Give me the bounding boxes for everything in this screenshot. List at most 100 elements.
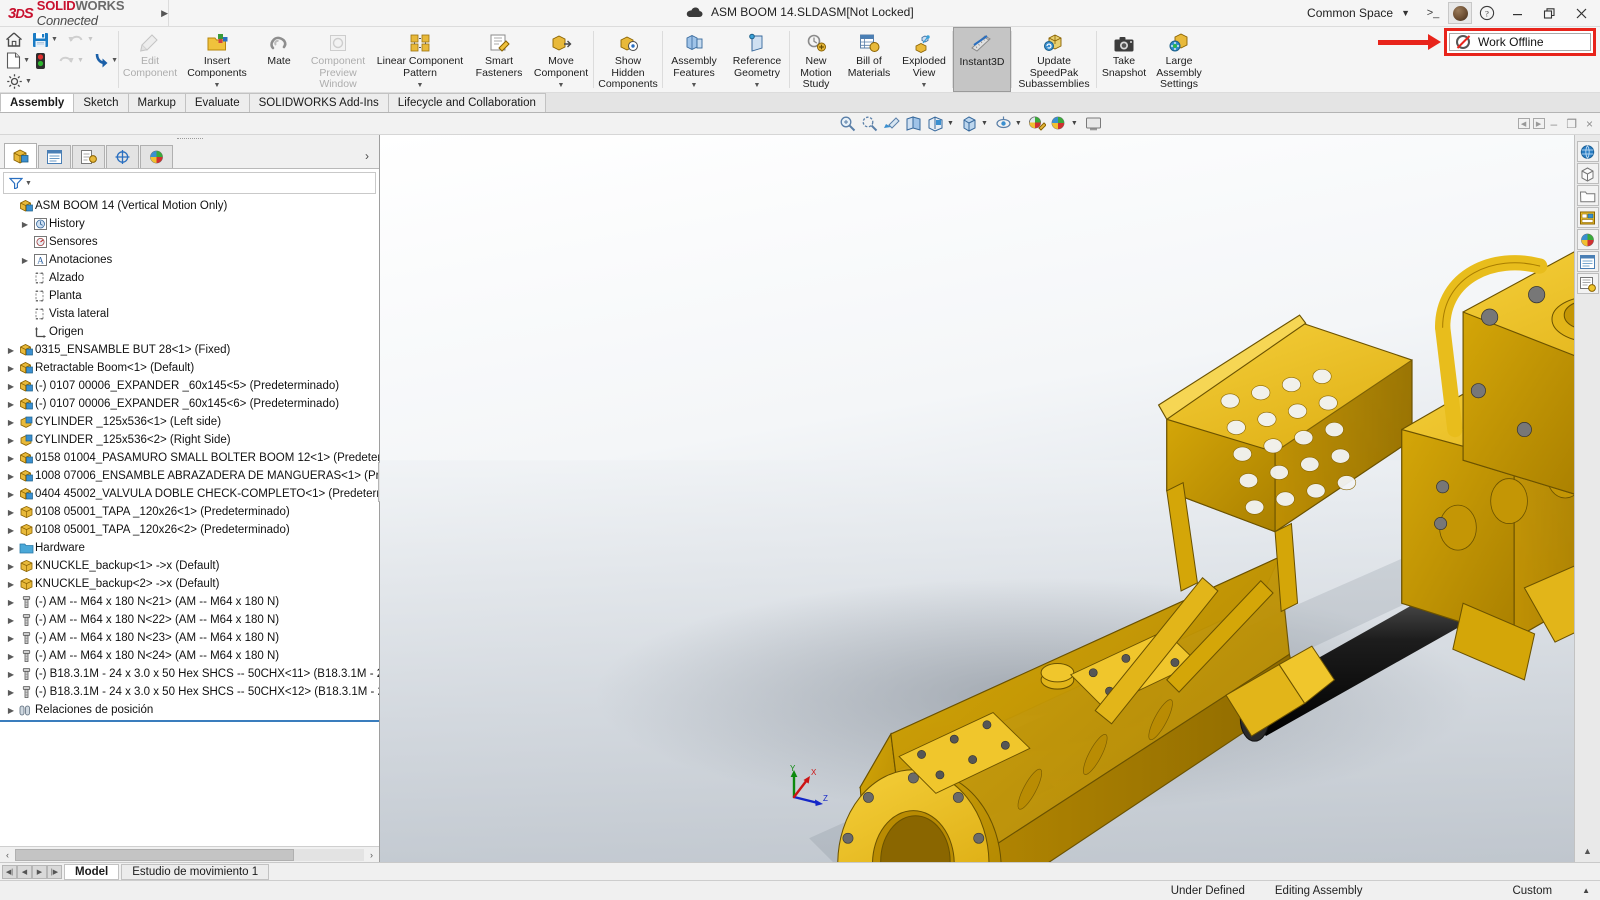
save-button[interactable]: ▼: [30, 29, 66, 50]
graphics-viewport[interactable]: Y X Z: [380, 135, 1600, 862]
tree-item[interactable]: ASM BOOM 14 (Vertical Motion Only): [0, 197, 379, 215]
restore-button[interactable]: [1534, 0, 1564, 26]
scroll-left-icon[interactable]: ‹: [0, 850, 15, 860]
show-hidden-components-button[interactable]: Show Hidden Components: [594, 27, 662, 92]
tab-solidworks-add-ins[interactable]: SOLIDWORKS Add-Ins: [249, 93, 389, 112]
tree-item[interactable]: ▶(-) AM -- M64 x 180 N<21> (AM -- M64 x …: [0, 593, 379, 611]
view-palette-button[interactable]: [1577, 207, 1599, 228]
chevron-down-icon[interactable]: ▼: [417, 80, 424, 93]
large-assembly-settings-button[interactable]: Large Assembly Settings: [1151, 27, 1207, 92]
expand-arrow-icon[interactable]: ▶: [4, 526, 18, 535]
expand-arrow-icon[interactable]: ▶: [18, 220, 32, 229]
rebuild-button[interactable]: [30, 50, 56, 71]
tree-item[interactable]: ▶(-) AM -- M64 x 180 N<24> (AM -- M64 x …: [0, 647, 379, 665]
expand-arrow-icon[interactable]: ▶: [4, 364, 18, 373]
tree-item[interactable]: Alzado: [0, 269, 379, 287]
scroll-track[interactable]: [15, 849, 364, 861]
panel-drag-handle[interactable]: [0, 135, 379, 143]
tree-item[interactable]: ▶KNUCKLE_backup<2> ->x (Default): [0, 575, 379, 593]
edit-appearance-icon[interactable]: [1028, 114, 1047, 133]
expand-arrow-icon[interactable]: ▶: [4, 544, 18, 553]
tree-item[interactable]: Origen: [0, 323, 379, 341]
scroll-right-icon[interactable]: ›: [364, 850, 379, 860]
appearances-button[interactable]: [1577, 163, 1599, 184]
command-line-button[interactable]: >_: [1420, 2, 1446, 24]
chevron-down-icon[interactable]: ▼: [77, 57, 84, 64]
tree-item[interactable]: ▶KNUCKLE_backup<1> ->x (Default): [0, 557, 379, 575]
chevron-down-icon[interactable]: ▼: [25, 78, 32, 85]
expand-arrow-icon[interactable]: ▶: [4, 490, 18, 499]
tree-item[interactable]: ▶(-) 0107 00006_EXPANDER _60x145<6> (Pre…: [0, 395, 379, 413]
open-button[interactable]: ▼: [92, 50, 118, 71]
tree-item[interactable]: ▶0158 01004_PASAMURO SMALL BOLTER BOOM 1…: [0, 449, 379, 467]
expand-arrow-icon[interactable]: ▶: [4, 616, 18, 625]
work-offline-button[interactable]: Work Offline: [1449, 33, 1591, 51]
chevron-down-icon[interactable]: ▼: [1071, 120, 1078, 127]
chevron-down-icon[interactable]: ▼: [691, 80, 698, 93]
expand-arrow-icon[interactable]: ▶: [4, 382, 18, 391]
restore-left-icon[interactable]: ◀: [1518, 118, 1530, 129]
tree-item[interactable]: ▶Relaciones de posición: [0, 701, 379, 719]
component-preview-window-button[interactable]: Component Preview Window: [305, 27, 371, 92]
bottom-tab-motion-study[interactable]: Estudio de movimiento 1: [121, 864, 269, 880]
chevron-down-icon[interactable]: ▼: [51, 36, 58, 43]
tree-item[interactable]: ▶History: [0, 215, 379, 233]
chevron-down-icon[interactable]: ▼: [947, 120, 954, 127]
configuration-manager-tab[interactable]: [72, 145, 105, 168]
display-manager-tab[interactable]: [140, 145, 173, 168]
expand-arrow-icon[interactable]: ▶: [4, 454, 18, 463]
chevron-down-icon[interactable]: ▼: [1015, 120, 1022, 127]
expand-arrow-icon[interactable]: ▶: [4, 562, 18, 571]
expand-arrow-icon[interactable]: ▶: [4, 634, 18, 643]
expand-arrow-icon[interactable]: ▶: [4, 706, 18, 715]
expand-arrow-icon[interactable]: ▶: [4, 436, 18, 445]
chevron-down-icon[interactable]: ▼: [25, 180, 32, 187]
chevron-down-icon[interactable]: ▼: [23, 57, 30, 64]
expand-arrow-icon[interactable]: ▶: [4, 688, 18, 697]
update-speedpak-button[interactable]: Update SpeedPak Subassemblies: [1012, 27, 1096, 92]
tree-filter-bar[interactable]: ▼: [3, 172, 376, 194]
tree-item[interactable]: ▶0108 05001_TAPA _120x26<2> (Predetermin…: [0, 521, 379, 539]
exploded-view-button[interactable]: Exploded View ▼: [896, 27, 952, 92]
assembly-features-button[interactable]: Assembly Features ▼: [663, 27, 725, 92]
expand-arrow-icon[interactable]: ▶: [4, 670, 18, 679]
expand-arrow-icon[interactable]: ▶: [4, 508, 18, 517]
tab-markup[interactable]: Markup: [128, 93, 186, 112]
tab-evaluate[interactable]: Evaluate: [185, 93, 250, 112]
file-explorer-button[interactable]: [1577, 185, 1599, 206]
restore-right-icon[interactable]: ▶: [1533, 118, 1545, 129]
tab-sketch[interactable]: Sketch: [73, 93, 128, 112]
feature-tree[interactable]: ASM BOOM 14 (Vertical Motion Only)▶Histo…: [0, 194, 379, 846]
tree-horizontal-scrollbar[interactable]: ‹ ›: [0, 846, 379, 862]
next-tab-icon[interactable]: ▶: [32, 865, 47, 879]
tree-item[interactable]: ▶0108 05001_TAPA _120x26<1> (Predetermin…: [0, 503, 379, 521]
avatar[interactable]: [1448, 2, 1472, 24]
tree-item[interactable]: ▶1008 07006_ENSAMBLE ABRAZADERA DE MANGU…: [0, 467, 379, 485]
tree-item[interactable]: Vista lateral: [0, 305, 379, 323]
tab-assembly[interactable]: Assembly: [0, 93, 74, 112]
chevron-up-icon[interactable]: ▲: [1583, 846, 1592, 862]
last-tab-icon[interactable]: |▶: [47, 865, 62, 879]
tree-item[interactable]: ▶Retractable Boom<1> (Default): [0, 359, 379, 377]
chevron-down-icon[interactable]: ▼: [981, 120, 988, 127]
custom-properties-button[interactable]: [1577, 251, 1599, 272]
3dexperience-button[interactable]: [1577, 141, 1599, 162]
tab-lifecycle-collaboration[interactable]: Lifecycle and Collaboration: [388, 93, 546, 112]
tree-item[interactable]: Sensores: [0, 233, 379, 251]
chevron-down-icon[interactable]: ▼: [754, 80, 761, 93]
chevron-down-icon[interactable]: ▼: [1399, 8, 1418, 18]
model-3d-view[interactable]: [380, 135, 1600, 862]
chevron-down-icon[interactable]: ▼: [921, 80, 928, 93]
linear-component-pattern-button[interactable]: Linear Component Pattern ▼: [371, 27, 469, 92]
zoom-to-fit-icon[interactable]: [838, 114, 857, 133]
section-view-icon[interactable]: [904, 114, 923, 133]
tree-item[interactable]: ▶(-) AM -- M64 x 180 N<23> (AM -- M64 x …: [0, 629, 379, 647]
instant3d-button[interactable]: Instant3D: [953, 27, 1011, 92]
new-motion-study-button[interactable]: New Motion Study: [790, 27, 842, 92]
tree-item[interactable]: ▶CYLINDER _125x536<1> (Left side): [0, 413, 379, 431]
expand-arrow-icon[interactable]: ▶: [4, 580, 18, 589]
move-component-button[interactable]: Move Component ▼: [529, 27, 593, 92]
expand-arrow-icon[interactable]: ▶: [18, 256, 32, 265]
take-snapshot-button[interactable]: Take Snapshot: [1097, 27, 1151, 92]
status-units[interactable]: Custom: [1512, 885, 1552, 897]
